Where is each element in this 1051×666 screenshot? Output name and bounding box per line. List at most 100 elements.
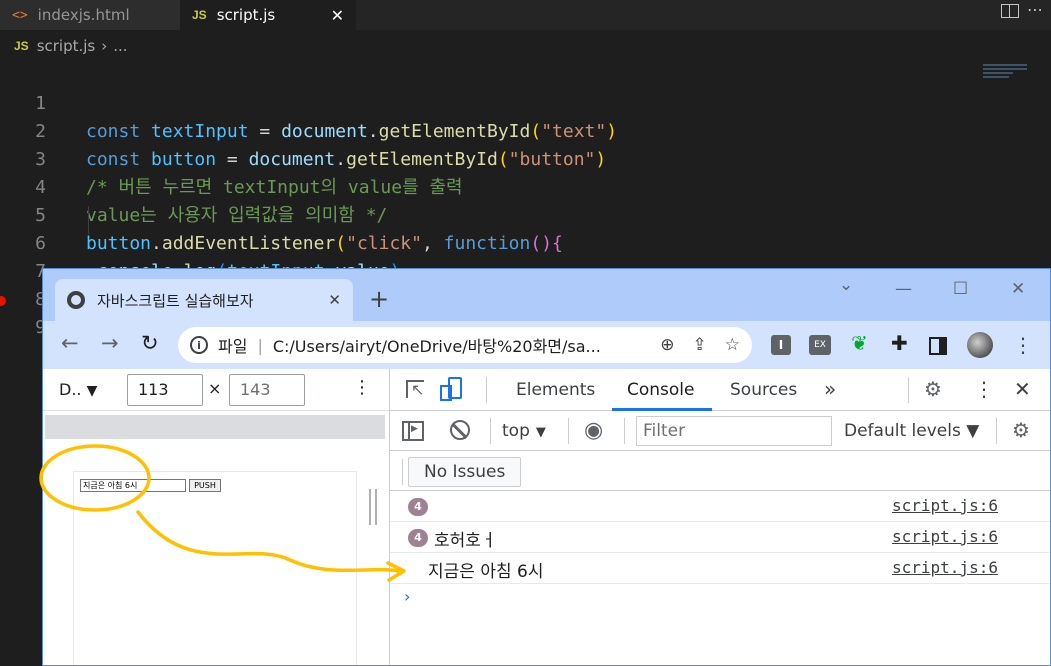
evernote-icon[interactable]: ❦ xyxy=(851,331,868,355)
divider xyxy=(486,377,487,403)
breadcrumb-file[interactable]: script.js xyxy=(37,37,96,55)
text-input[interactable]: 지금은 아침 6시 xyxy=(80,479,186,492)
avatar[interactable] xyxy=(967,332,993,358)
clear-console-icon[interactable] xyxy=(450,420,470,440)
device-toggle-icon[interactable] xyxy=(440,377,462,401)
extension-ex-icon[interactable]: EX xyxy=(809,335,831,355)
forward-button[interactable]: → xyxy=(101,333,119,354)
side-panel-icon[interactable] xyxy=(929,337,947,355)
console-toolbar: top ▼ ◉ Filter Default levels ▼ ⚙ xyxy=(390,411,1050,451)
chevron-down-icon[interactable]: ⌄ xyxy=(839,275,853,295)
resize-handle[interactable] xyxy=(369,489,377,525)
context-select[interactable]: top ▼ xyxy=(502,421,546,441)
html-file-icon: <> xyxy=(12,7,28,23)
tab-label: script.js xyxy=(216,6,276,24)
tab-indexjs-html[interactable]: <> indexjs.html xyxy=(0,0,180,30)
inspect-element-icon[interactable] xyxy=(406,380,424,399)
breadcrumb: JS script.js › ... xyxy=(0,30,1051,62)
log-source-link[interactable]: script.js:6 xyxy=(892,496,998,515)
code-line: 4 value는 사용자 입력값을 의미함 */ xyxy=(0,146,1000,226)
js-file-icon: JS xyxy=(14,39,29,53)
editor-tab-bar: <> indexjs.html JS script.js ✕ ⋯ xyxy=(0,0,1051,30)
maximize-button[interactable]: ☐ xyxy=(953,279,968,299)
screen: <> indexjs.html JS script.js ✕ ⋯ JS scri… xyxy=(0,0,1051,666)
address-url[interactable]: C:/Users/airyt/OneDrive/바탕%20화면/sa... xyxy=(273,333,660,357)
divider xyxy=(996,418,997,444)
tab-sources[interactable]: Sources xyxy=(730,380,797,400)
filter-input[interactable]: Filter xyxy=(636,416,832,446)
log-source-link[interactable]: script.js:6 xyxy=(892,527,998,546)
more-actions-icon[interactable]: ⋯ xyxy=(1027,0,1043,19)
divider xyxy=(908,377,909,403)
address-scheme-label: 파일 xyxy=(218,337,248,356)
tab-script-js[interactable]: JS script.js ✕ xyxy=(180,0,356,30)
js-file-icon: JS xyxy=(192,8,207,22)
devtools-close-icon[interactable]: ✕ xyxy=(1014,377,1031,401)
browser-tab[interactable]: 자바스크립트 실습해보자 ✕ xyxy=(55,279,353,321)
console-log-row[interactable]: 4 script.js:6 xyxy=(390,491,1050,522)
viewport-ruler xyxy=(45,415,385,439)
repeat-count-badge: 4 xyxy=(408,529,428,547)
eye-icon[interactable]: ◉ xyxy=(584,418,603,443)
breadcrumb-symbol[interactable]: ... xyxy=(113,37,127,55)
devtools-panel: Elements Console Sources » ⚙ ⋮ ✕ top ▼ ◉ … xyxy=(389,369,1050,665)
puzzle-extensions-icon[interactable]: ✚ xyxy=(891,331,908,355)
console-settings-gear-icon[interactable]: ⚙ xyxy=(1012,418,1030,442)
console-prompt-icon[interactable]: › xyxy=(404,587,410,606)
device-label: D.. xyxy=(59,380,82,399)
extension-i-icon[interactable]: I xyxy=(771,335,791,355)
minimap[interactable] xyxy=(983,64,1031,78)
console-log-row[interactable]: 지금은 아침 6시 script.js:6 xyxy=(390,553,1050,584)
device-menu-icon[interactable]: ⋮ xyxy=(353,377,371,398)
browser-menu-icon[interactable]: ⋮ xyxy=(1013,333,1033,357)
divider xyxy=(624,418,625,444)
code-line: 1 const textInput = document.getElementB… xyxy=(0,62,1000,142)
divider xyxy=(402,459,403,485)
code-line: 7 }) xyxy=(0,230,1000,310)
page-viewport: 지금은 아침 6시 PUSH xyxy=(73,471,357,665)
address-separator: | xyxy=(257,335,263,355)
split-editor-icon[interactable] xyxy=(1001,4,1019,18)
code-line: 6 console.log(textInput.value) xyxy=(0,202,1000,282)
minimize-button[interactable]: — xyxy=(895,279,912,299)
divider xyxy=(568,418,569,444)
devtools-menu-icon[interactable]: ⋮ xyxy=(974,377,994,401)
code-editor[interactable]: 1 const textInput = document.getElementB… xyxy=(0,62,1051,338)
share-icon[interactable]: ⇪ xyxy=(693,335,707,355)
zoom-icon[interactable]: ⊕ xyxy=(660,335,674,355)
no-issues-button[interactable]: No Issues xyxy=(408,457,522,487)
gear-icon[interactable]: ⚙ xyxy=(924,377,942,401)
dimension-times: × xyxy=(208,379,222,398)
console-log-row[interactable]: 4 호허호ㅓ script.js:6 xyxy=(390,522,1050,553)
bookmark-star-icon[interactable]: ☆ xyxy=(725,335,740,355)
device-select[interactable]: D.. ▼ xyxy=(59,380,97,399)
window-close-button[interactable]: ✕ xyxy=(1011,279,1025,299)
tab-label: indexjs.html xyxy=(37,6,130,24)
tab-console[interactable]: Console xyxy=(627,380,695,400)
devtools-tab-bar: Elements Console Sources » ⚙ ⋮ ✕ xyxy=(390,369,1050,411)
reload-button[interactable]: ↻ xyxy=(141,333,159,354)
more-tabs-icon[interactable]: » xyxy=(824,377,836,401)
browser-window: 자바스크립트 실습해보자 ✕ + ⌄ — ☐ ✕ ← → ↻ i 파일 | C:… xyxy=(42,268,1051,666)
info-icon[interactable]: i xyxy=(190,336,208,354)
globe-icon xyxy=(67,291,85,309)
log-message: 지금은 아침 6시 xyxy=(428,562,544,582)
code-line: 5 button.addEventListener("click", funct… xyxy=(0,174,1000,254)
divider xyxy=(490,418,491,444)
push-button[interactable]: PUSH xyxy=(189,479,221,492)
log-source-link[interactable]: script.js:6 xyxy=(892,558,998,577)
address-bar[interactable]: i 파일 | C:/Users/airyt/OneDrive/바탕%20화면/s… xyxy=(178,327,752,363)
log-levels-select[interactable]: Default levels ▼ xyxy=(844,421,979,441)
device-toolbar: D.. ▼ 113 × 143 ⋮ xyxy=(43,369,389,411)
dropdown-arrow-icon: ▼ xyxy=(535,425,546,440)
console-sidebar-icon[interactable] xyxy=(402,421,424,441)
back-button[interactable]: ← xyxy=(61,333,79,354)
viewport-width-input[interactable]: 113 xyxy=(127,374,203,406)
code-line: 2 const button = document.getElementById… xyxy=(0,90,1000,170)
tab-elements[interactable]: Elements xyxy=(516,380,595,400)
new-tab-button[interactable]: + xyxy=(369,287,389,311)
close-icon[interactable]: ✕ xyxy=(328,291,341,309)
browser-titlebar: 자바스크립트 실습해보자 ✕ + ⌄ — ☐ ✕ xyxy=(43,269,1050,321)
close-icon[interactable]: ✕ xyxy=(331,6,344,25)
viewport-height-input[interactable]: 143 xyxy=(229,374,305,406)
